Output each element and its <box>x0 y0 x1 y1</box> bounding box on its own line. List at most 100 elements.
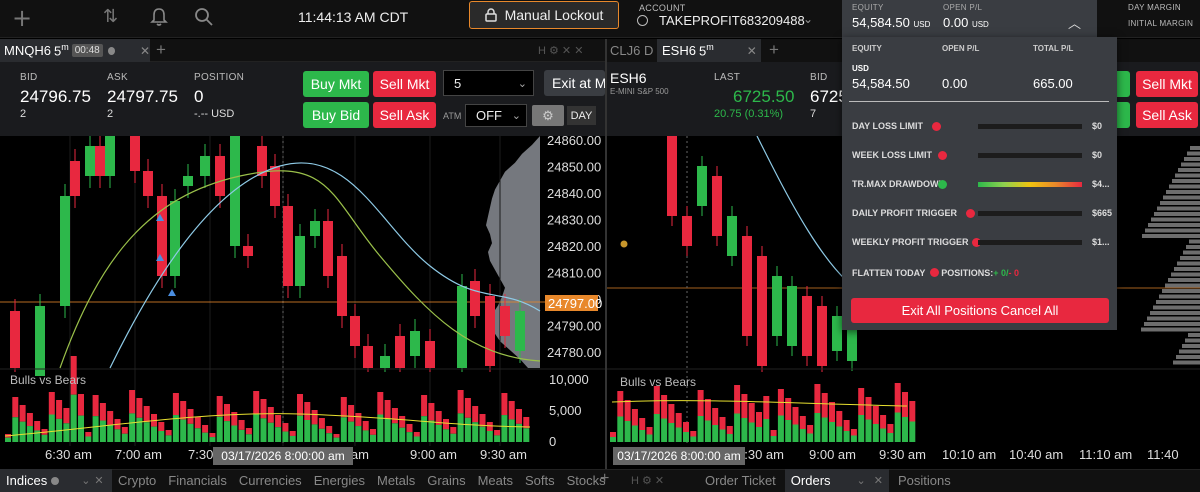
candle <box>283 206 293 286</box>
limit-row-label: TR.MAX DRAWDOWN <box>852 179 945 189</box>
candle <box>457 286 467 368</box>
right-bid-size: 7 <box>810 108 817 120</box>
account-name[interactable]: TAKEPROFIT683209488 <box>659 13 805 28</box>
tab-esh6[interactable]: ESH6 5m ✕ <box>657 39 761 62</box>
atm-label: ATM <box>443 111 462 121</box>
candle <box>425 341 435 368</box>
day-margin-label: DAY MARGIN <box>1128 3 1181 12</box>
price-axis-label: 24780.00 <box>547 345 601 360</box>
ask-price: 24797.75 <box>107 87 178 106</box>
right-indicator-label: Bulls vs Bears <box>620 375 697 389</box>
time-axis-label: 6:30 am <box>45 447 92 462</box>
limit-value: $4... <box>1092 179 1110 189</box>
add-icon[interactable]: + <box>12 4 32 32</box>
candle <box>85 146 95 176</box>
candle <box>410 331 420 356</box>
panel-controls-icon[interactable]: H ⚙ ✕ ✕ <box>538 44 583 57</box>
exit-at-market-button[interactable]: Exit at Mk <box>544 70 605 96</box>
chevron-up-icon[interactable]: ︿ <box>1068 13 1081 32</box>
limit-status-dot <box>966 209 975 218</box>
add-tab-icon[interactable]: + <box>600 470 609 488</box>
price-axis-label: 24820.00 <box>547 239 601 254</box>
candle <box>757 256 767 366</box>
candle <box>170 201 180 276</box>
limit-value: $1... <box>1092 237 1110 247</box>
position-value: 0 <box>194 87 204 106</box>
price-axis-label: 24790.00 <box>547 319 601 334</box>
chevron-down-icon[interactable]: ⌄ <box>803 12 813 26</box>
instrument-name: ESH6 <box>610 70 647 86</box>
chevron-down-icon: ⌄ <box>81 475 91 487</box>
candle <box>817 306 827 366</box>
bottom-tab-order-ticket[interactable]: Order Ticket <box>700 473 781 488</box>
add-tab-icon[interactable]: + <box>769 40 779 60</box>
atm-select[interactable]: OFF ⌄ <box>465 104 527 127</box>
ask-label: ASK <box>107 72 128 83</box>
price-axis-label: 24860.00 <box>547 136 601 148</box>
bell-icon[interactable] <box>148 6 170 33</box>
status-dot <box>51 476 60 485</box>
tif-day[interactable]: DAY <box>567 106 596 125</box>
candle <box>667 136 677 216</box>
bottom-tab-crypto[interactable]: Crypto <box>112 473 162 488</box>
close-icon[interactable]: ✕ <box>874 474 883 487</box>
bottom-tab-grains[interactable]: Grains <box>421 473 471 488</box>
left-indicator-label: Bulls vs Bears <box>10 373 87 387</box>
manual-lockout-label: Manual Lockout <box>504 7 604 23</box>
openpl-label: OPEN P/L <box>943 3 983 12</box>
settings-icon[interactable]: ⚙ <box>532 105 564 126</box>
close-icon[interactable]: ✕ <box>747 44 757 58</box>
current-price-badge: 24797.00 <box>548 296 602 311</box>
countdown-badge: 00:48 <box>71 44 103 57</box>
bottom-tab-positions[interactable]: Positions <box>893 473 956 488</box>
candle <box>95 146 105 176</box>
sort-icon[interactable]: ⇅ <box>103 6 118 27</box>
right-sell-ask-button[interactable]: Sell Ask <box>1136 102 1198 128</box>
bottom-tab-indices[interactable]: Indices ⌄ ✕ <box>0 469 112 492</box>
bottom-tab-currencies[interactable]: Currencies <box>233 473 308 488</box>
time-axis-label: 7:30 <box>188 447 213 462</box>
right-bid-label: BID <box>810 72 828 83</box>
quantity-select[interactable]: 5 ⌄ <box>443 70 534 96</box>
buy-bid-button[interactable]: Buy Bid <box>303 102 369 128</box>
clock: 11:44:13 AM CDT <box>298 9 409 25</box>
exit-all-cancel-all-button[interactable]: Exit All Positions Cancel All <box>851 298 1109 323</box>
dd-totalpl-value: 665.00 <box>1033 76 1073 91</box>
tab-mnqh6[interactable]: MNQH6 5m 00:48 ✕ <box>0 39 150 62</box>
manual-lockout-button[interactable]: Manual Lockout <box>469 1 619 29</box>
candle <box>847 326 857 361</box>
limit-progress-bar <box>978 124 1082 129</box>
bottom-tab-metals[interactable]: Metals <box>371 473 421 488</box>
limit-status-dot <box>938 151 947 160</box>
close-icon[interactable]: ✕ <box>94 474 103 487</box>
left-cursor-date: 03/17/2026 8:00:00 am <box>213 447 353 465</box>
bottom-tab-softs[interactable]: Softs <box>519 473 561 488</box>
candle <box>772 276 782 336</box>
panel-controls-icon[interactable]: H ⚙ ✕ <box>631 474 664 487</box>
search-icon[interactable] <box>193 6 215 33</box>
account-icon <box>637 15 648 26</box>
add-tab-icon[interactable]: + <box>156 40 166 60</box>
right-sell-market-button[interactable]: Sell Mkt <box>1136 71 1198 97</box>
limit-row-label: DAY LOSS LIMIT <box>852 121 924 131</box>
dd-openpl-value: 0.00 <box>942 76 968 91</box>
sell-market-button[interactable]: Sell Mkt <box>373 71 436 97</box>
bottom-tab-meats[interactable]: Meats <box>472 473 519 488</box>
buy-market-button[interactable]: Buy Mkt <box>303 71 369 97</box>
bottom-tab-financials[interactable]: Financials <box>162 473 233 488</box>
tab-clj6[interactable]: CLJ6 D <box>610 39 653 62</box>
candle <box>802 296 812 356</box>
close-icon[interactable]: ✕ <box>140 44 150 58</box>
bottom-tab-energies[interactable]: Energies <box>308 473 371 488</box>
last-change: 20.75 (0.31%) <box>714 108 784 120</box>
candle <box>130 136 140 171</box>
candle <box>515 311 525 351</box>
left-price-chart[interactable]: 24860.00 24850.00 24840.00 24830.00 24820.00… <box>0 136 605 467</box>
bid-size: 2 <box>20 108 27 120</box>
sell-ask-button[interactable]: Sell Ask <box>373 102 436 128</box>
candle <box>395 336 405 368</box>
bottom-tab-orders[interactable]: Orders ⌄ ✕ <box>784 469 889 492</box>
bid-price: 24796.75 <box>20 87 91 106</box>
right-cursor-date: 03/17/2026 8:00:00 am <box>613 447 745 465</box>
candle <box>727 216 737 256</box>
